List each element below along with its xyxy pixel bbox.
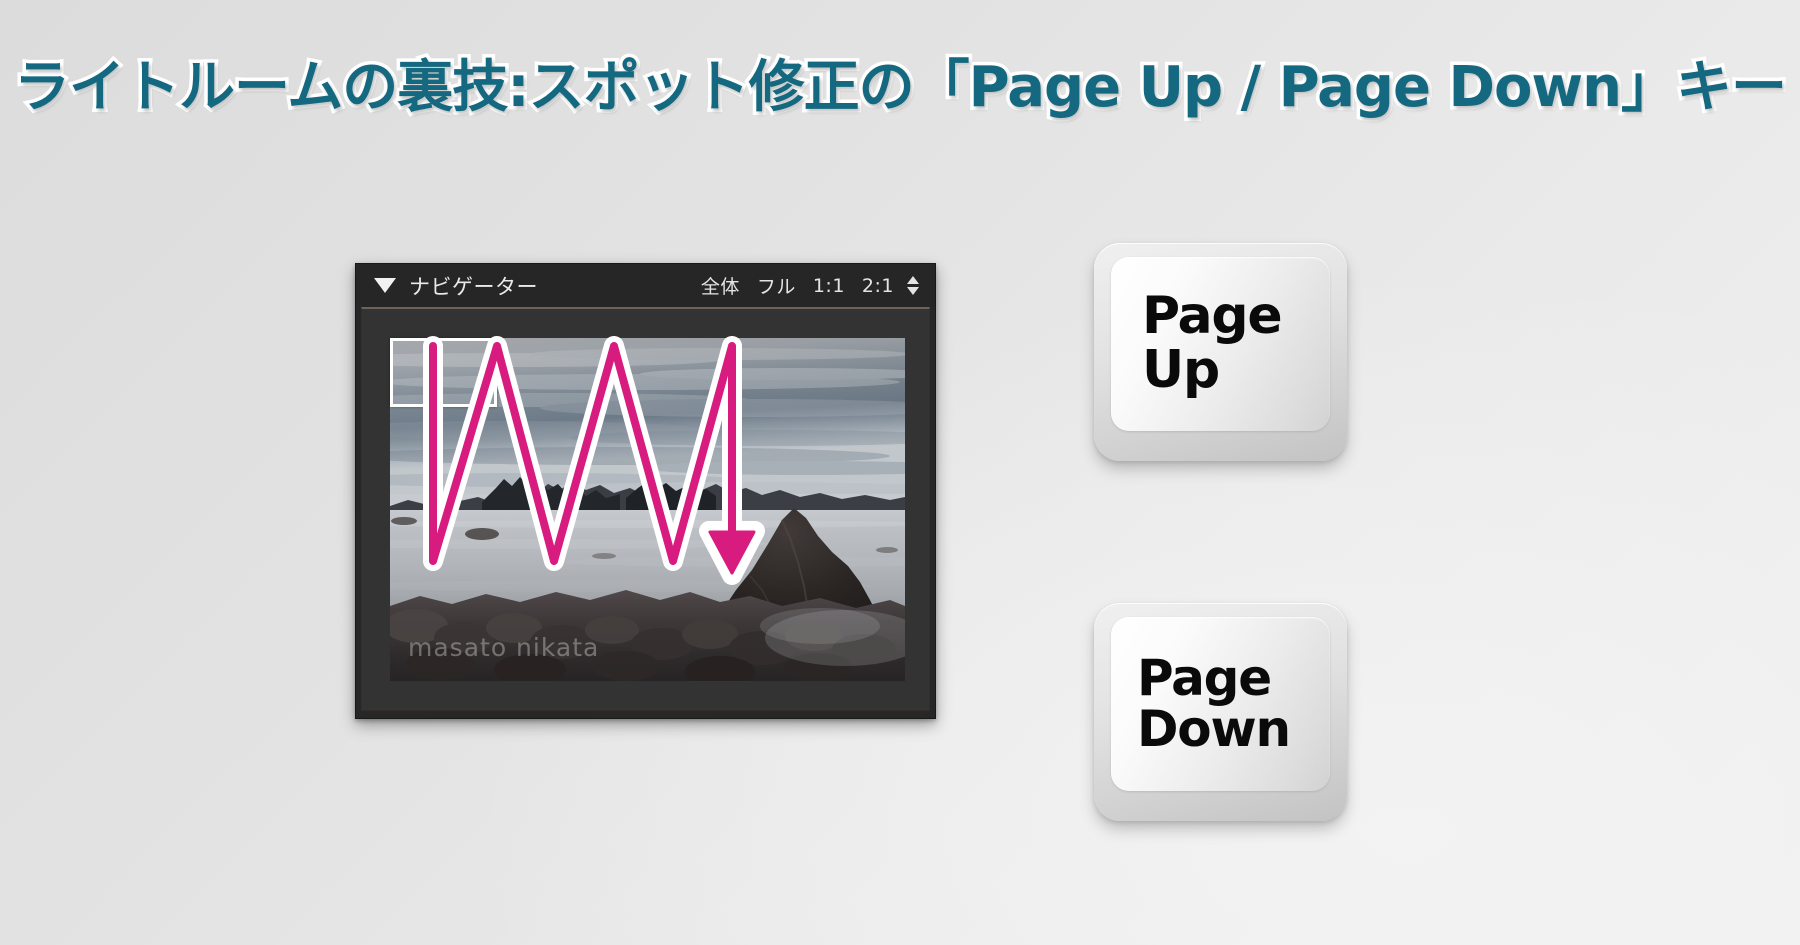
navigator-panel-title: ナビゲーター — [409, 274, 538, 299]
navigator-header-left: ナビゲーター — [374, 271, 538, 301]
page-up-key-face: Page Up — [1111, 257, 1330, 431]
page-down-key-line-1: Page — [1137, 648, 1272, 707]
zoom-level-fit[interactable]: 全体 — [701, 272, 740, 299]
page-down-key[interactable]: Page Down — [1094, 603, 1347, 821]
navigator-zoom-controls: 全体 フル 1:1 2:1 — [701, 272, 919, 299]
svg-text:masato nikata: masato nikata — [408, 633, 599, 662]
page-up-key-line-1: Page — [1142, 286, 1283, 347]
zoom-level-fill[interactable]: フル — [757, 272, 796, 299]
navigator-header: ナビゲーター 全体 フル 1:1 2:1 — [356, 264, 935, 307]
page-canvas: ライトルームの裏技:スポット修正の「Page Up / Page Down」キー… — [0, 0, 1800, 945]
stepper-up-arrow-icon — [907, 276, 919, 284]
page-down-key-face: Page Down — [1111, 617, 1330, 791]
page-up-key[interactable]: Page Up — [1094, 243, 1347, 461]
view-rectangle[interactable] — [390, 338, 497, 407]
navigator-panel: ナビゲーター 全体 フル 1:1 2:1 masato nikata — [355, 263, 936, 719]
up-down-stepper-icon[interactable] — [907, 276, 919, 295]
zoom-level-1-1[interactable]: 1:1 — [813, 275, 845, 297]
navigator-preview-well: masato nikata — [361, 307, 930, 711]
stepper-down-arrow-icon — [907, 287, 919, 295]
page-down-key-line-2: Down — [1137, 700, 1291, 758]
page-title: ライトルームの裏技:スポット修正の「Page Up / Page Down」キー — [10, 55, 1790, 120]
page-up-key-line-2: Up — [1142, 340, 1220, 400]
zoom-level-2-1[interactable]: 2:1 — [862, 275, 894, 297]
triangle-down-icon[interactable] — [374, 278, 396, 293]
